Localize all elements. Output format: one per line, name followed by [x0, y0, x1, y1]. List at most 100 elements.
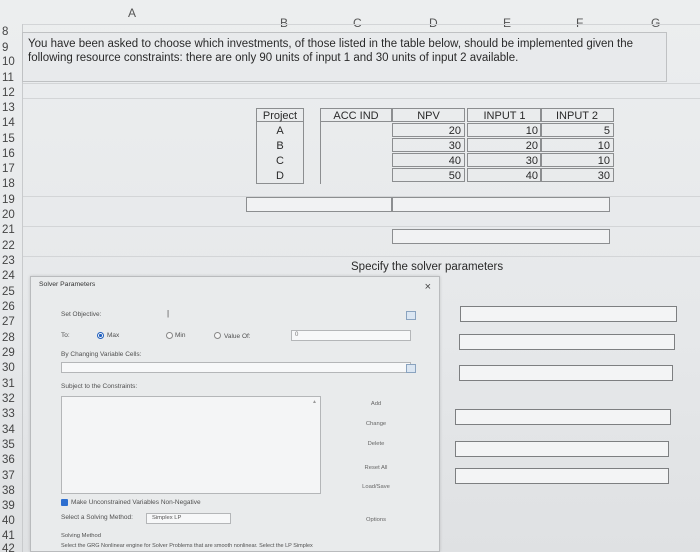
header-npv[interactable]: NPV [392, 108, 465, 122]
row-number[interactable]: 15 [0, 133, 26, 145]
row-number[interactable]: 31 [0, 378, 26, 390]
value-of-radio[interactable] [214, 332, 221, 339]
row-number[interactable]: 23 [0, 255, 26, 267]
table-cell-npv[interactable]: 50 [392, 168, 465, 182]
answer-box[interactable] [455, 409, 671, 425]
solving-method-select[interactable]: Simplex LP [146, 513, 231, 524]
row-number[interactable]: 30 [0, 362, 26, 374]
row-number[interactable]: 19 [0, 194, 26, 206]
row-number[interactable]: 42 [0, 543, 26, 552]
sumproduct-cell[interactable] [246, 197, 392, 212]
min-label: Min [175, 332, 186, 339]
column-letter-d[interactable]: D [429, 16, 438, 30]
answer-box[interactable] [459, 334, 675, 350]
change-button[interactable]: Change [346, 421, 406, 427]
value-of-value: 0 [295, 332, 299, 338]
project-column-border [256, 108, 304, 184]
collapse-dialog-icon[interactable] [406, 364, 416, 373]
nonneg-checkbox[interactable] [61, 499, 68, 506]
header-input-2[interactable]: INPUT 2 [540, 108, 614, 122]
column-header-bar: A B C D E F G [0, 6, 700, 34]
nonneg-label: Make Unconstrained Variables Non-Negativ… [71, 499, 201, 506]
table-cell-npv[interactable]: 20 [392, 123, 465, 137]
row-number[interactable]: 16 [0, 148, 26, 160]
column-letter-e[interactable]: E [503, 16, 511, 30]
question-line-2: following resource constraints: there ar… [28, 52, 519, 64]
table-cell-input-2[interactable]: 10 [540, 138, 614, 152]
row-number[interactable]: 36 [0, 454, 26, 466]
row-number[interactable]: 14 [0, 117, 26, 129]
collapse-dialog-icon[interactable] [406, 311, 416, 320]
set-objective-input[interactable]: | [131, 309, 411, 320]
solving-method-title: Solving Method [61, 533, 101, 539]
table-cell-input-2[interactable]: 30 [540, 168, 614, 182]
row-number[interactable]: 33 [0, 408, 26, 420]
constraint-cell[interactable] [392, 229, 610, 244]
header-acc-ind[interactable]: ACC IND [320, 108, 392, 122]
row-number[interactable]: 12 [0, 87, 26, 99]
row-number[interactable]: 29 [0, 347, 26, 359]
table-cell-input-1[interactable]: 40 [467, 168, 542, 182]
row-number[interactable]: 26 [0, 301, 26, 313]
table-cell-input-1[interactable]: 30 [467, 153, 542, 167]
row-number[interactable]: 27 [0, 316, 26, 328]
changing-cells-input[interactable] [61, 362, 411, 373]
table-cell-npv[interactable]: 40 [392, 153, 465, 167]
table-cell-npv[interactable]: 30 [392, 138, 465, 152]
table-cell-input-1[interactable]: 10 [467, 123, 542, 137]
row-number[interactable]: 28 [0, 332, 26, 344]
table-cell-input-2[interactable]: 10 [540, 153, 614, 167]
close-icon[interactable]: × [425, 281, 431, 293]
column-letter-c[interactable]: C [353, 16, 362, 30]
row-number[interactable]: 21 [0, 224, 26, 236]
add-button[interactable]: Add [346, 401, 406, 407]
solving-method-description: Select the GRG Nonlinear engine for Solv… [61, 543, 313, 549]
table-cell-input-2[interactable]: 5 [540, 123, 614, 137]
subject-to-label: Subject to the Constraints: [61, 383, 138, 390]
row-number[interactable]: 39 [0, 500, 26, 512]
row-number[interactable]: 20 [0, 209, 26, 221]
max-radio[interactable] [97, 332, 104, 339]
row-number[interactable]: 40 [0, 515, 26, 527]
max-label: Max [107, 332, 120, 339]
options-button[interactable]: Options [346, 517, 406, 523]
answer-box[interactable] [455, 441, 669, 457]
constraints-list[interactable]: ▲ [61, 396, 321, 494]
answer-box[interactable] [455, 468, 669, 484]
text-cursor-icon: | [167, 309, 170, 318]
answer-box[interactable] [459, 365, 673, 381]
row-number[interactable]: 35 [0, 439, 26, 451]
row-number[interactable]: 18 [0, 178, 26, 190]
row-number[interactable]: 13 [0, 102, 26, 114]
row-number[interactable]: 41 [0, 530, 26, 542]
dialog-title: Solver Parameters [39, 281, 96, 288]
table-cell-input-1[interactable]: 20 [467, 138, 542, 152]
row-number[interactable]: 25 [0, 286, 26, 298]
load-save-button[interactable]: Load/Save [346, 484, 406, 490]
column-letter-b[interactable]: B [280, 16, 288, 30]
min-radio[interactable] [166, 332, 173, 339]
row-number[interactable]: 38 [0, 485, 26, 497]
gridline [22, 256, 700, 257]
row-number[interactable]: 22 [0, 240, 26, 252]
column-letter-f[interactable]: F [576, 16, 583, 30]
delete-button[interactable]: Delete [346, 441, 406, 447]
value-of-label: Value Of: [224, 333, 251, 340]
row-number[interactable]: 17 [0, 163, 26, 175]
row-number[interactable]: 34 [0, 424, 26, 436]
value-of-input[interactable]: 0 [291, 330, 411, 341]
set-objective-label: Set Objective: [61, 311, 102, 318]
specify-instruction: Specify the solver parameters [351, 261, 504, 273]
gridline [22, 98, 700, 99]
totals-cell[interactable] [392, 197, 610, 212]
header-input-1[interactable]: INPUT 1 [467, 108, 542, 122]
answer-box[interactable] [460, 306, 677, 322]
reset-all-button[interactable]: Reset All [346, 465, 406, 471]
row-number[interactable]: 32 [0, 393, 26, 405]
row-number[interactable]: 37 [0, 470, 26, 482]
scroll-up-icon[interactable]: ▲ [312, 399, 317, 405]
changing-cells-label: By Changing Variable Cells: [61, 351, 142, 358]
column-letter-a[interactable]: A [128, 6, 136, 20]
row-number[interactable]: 24 [0, 270, 26, 282]
column-letter-g[interactable]: G [651, 16, 660, 30]
